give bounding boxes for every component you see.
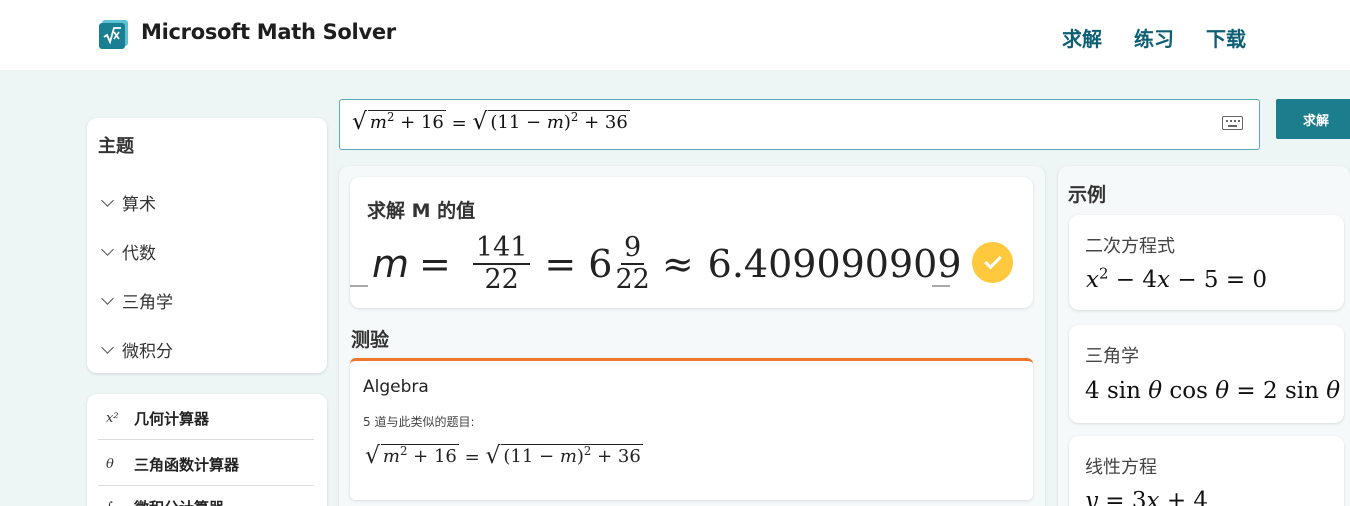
topic-arithmetic[interactable]: 算术 — [100, 190, 156, 215]
example-equation: x2 − 4x − 5 = 0 — [1086, 264, 1268, 293]
chevron-down-icon — [101, 243, 114, 256]
brand-title[interactable]: Microsoft Math Solver — [141, 20, 396, 44]
exponent: 2 — [399, 444, 408, 458]
calc-geometry[interactable]: x² 几何计算器 — [106, 408, 209, 429]
header: Microsoft Math Solver 求解 练习 下载 — [0, 0, 1350, 70]
fraction-numerator: 9 — [621, 233, 645, 265]
example-equation: y = 3x + 4 — [1085, 488, 1209, 506]
variable: m — [369, 112, 387, 133]
calc-label: 几何计算器 — [134, 410, 210, 428]
topic-trigonometry[interactable]: 三角学 — [100, 288, 173, 313]
calc-label: 微积分计算器 — [134, 497, 224, 506]
equation-input[interactable]: √ m2 + 16 = √ (11 − m)2 + 36 — [339, 99, 1260, 150]
example-name: 线性方程 — [1085, 457, 1157, 478]
integral-icon: ∫ — [106, 500, 134, 506]
example-card-trigonometry[interactable] — [1069, 325, 1344, 423]
quiz-count: 5 道与此类似的题目: — [363, 415, 475, 429]
term: + 36 — [584, 112, 628, 133]
sqrt-right: √ (11 − m)2 + 36 — [485, 441, 643, 469]
variable: m — [382, 446, 400, 467]
x-squared-icon: x² — [106, 411, 119, 426]
variable: m — [559, 446, 577, 467]
chevron-down-icon — [101, 292, 114, 305]
term: ) — [576, 446, 584, 467]
decimal-value: 6.409090909 — [707, 241, 962, 286]
term: ) — [563, 112, 571, 133]
improper-fraction: 141 22 — [472, 233, 531, 295]
math-solver-logo-icon — [99, 20, 128, 49]
calc-trigonometry[interactable]: θ 三角函数计算器 — [106, 454, 239, 475]
divider — [98, 439, 314, 440]
chevron-down-icon — [101, 194, 114, 207]
quiz-subject: Algebra — [363, 377, 429, 397]
calc-label: 三角函数计算器 — [134, 456, 240, 474]
solution-left-marker — [350, 285, 368, 287]
mixed-fraction: 9 22 — [615, 233, 649, 294]
exponent: 2 — [386, 110, 395, 124]
equation-input-value[interactable]: √ m2 + 16 = √ (11 − m)2 + 36 — [352, 107, 630, 135]
term: + 16 — [413, 446, 457, 467]
example-card-quadratic[interactable] — [1069, 215, 1344, 310]
nav-practice[interactable]: 练习 — [1134, 23, 1174, 52]
keyboard-icon[interactable] — [1222, 116, 1243, 130]
term: + 36 — [597, 446, 641, 467]
term: + 16 — [400, 112, 444, 133]
equals-sign: = — [419, 241, 451, 286]
exponent: 2 — [583, 444, 592, 458]
example-name: 三角学 — [1085, 346, 1139, 367]
topic-calculus[interactable]: 微积分 — [100, 337, 173, 362]
sqrt-left: √ m2 + 16 — [352, 107, 446, 135]
equals-sign: = — [451, 113, 467, 134]
fraction-denominator: 22 — [615, 263, 650, 295]
chevron-down-icon — [101, 341, 114, 354]
approx-sign: ≈ — [661, 241, 694, 286]
example-name: 二次方程式 — [1085, 236, 1175, 257]
sqrt-right: √ (11 − m)2 + 36 — [472, 107, 630, 135]
solution-variable: m — [372, 241, 410, 286]
topic-label: 算术 — [122, 195, 156, 215]
term: (11 − — [490, 112, 542, 133]
examples-title: 示例 — [1068, 184, 1107, 206]
quiz-title: 测验 — [351, 329, 390, 351]
solution-result: m = 141 22 = 6 9 22 ≈ 6.409090909 — [372, 233, 962, 294]
example-equation: 4 sin θ cos θ = 2 sin θ — [1085, 378, 1341, 404]
term: (11 − — [503, 446, 555, 467]
topic-label: 微积分 — [122, 342, 173, 362]
topic-label: 三角学 — [122, 293, 173, 313]
topic-algebra[interactable]: 代数 — [100, 239, 156, 264]
nav-solve[interactable]: 求解 — [1062, 23, 1102, 52]
theta-icon: θ — [106, 457, 114, 472]
divider — [98, 485, 314, 486]
solution-right-marker — [932, 285, 950, 287]
fraction-denominator: 22 — [484, 263, 519, 295]
sqrt-left: √ m2 + 16 — [365, 441, 459, 469]
variable: m — [546, 112, 564, 133]
topics-title: 主题 — [98, 136, 134, 157]
exponent: 2 — [570, 110, 579, 124]
check-icon — [972, 242, 1013, 283]
nav-download[interactable]: 下载 — [1206, 23, 1246, 52]
topic-label: 代数 — [122, 244, 156, 264]
solve-button[interactable]: 求解 — [1276, 99, 1350, 139]
calc-calculus[interactable]: ∫微积分计算器 — [106, 497, 224, 506]
equals-sign: = — [544, 241, 577, 286]
solution-title: 求解 M 的值 — [367, 200, 476, 222]
fraction-numerator: 141 — [472, 233, 531, 265]
mixed-whole: 6 — [588, 241, 613, 286]
equals-sign: = — [464, 447, 480, 468]
quiz-equation: √ m2 + 16 = √ (11 − m)2 + 36 — [365, 441, 643, 469]
